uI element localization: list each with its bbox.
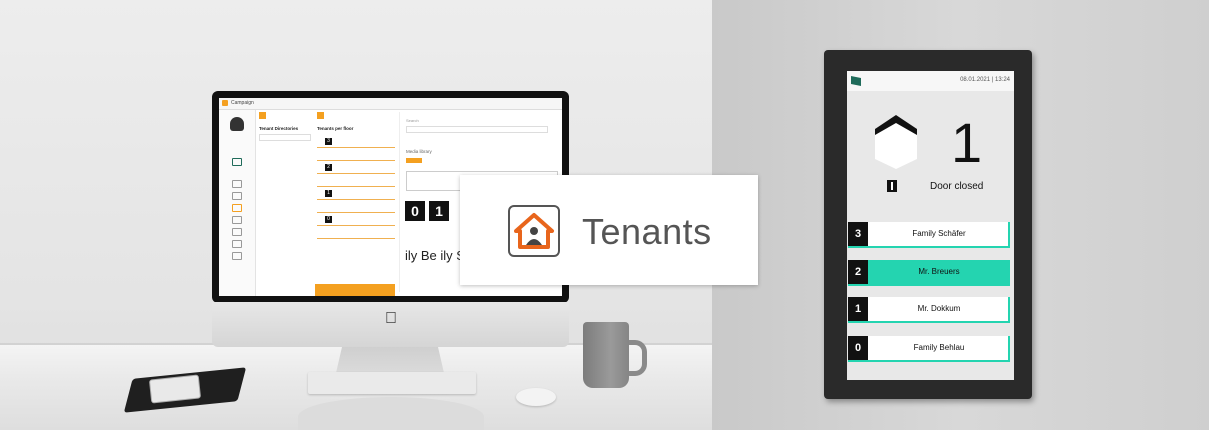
keyboard [308,372,476,394]
floor-row[interactable] [317,150,395,161]
floor-list-item[interactable]: 0 Family Behlau [848,336,1010,362]
floor-number: 1 [848,297,868,321]
floor-tile: 1 [429,201,449,221]
floor-number: 0 [848,336,868,360]
tenant-name: Family Behlau [913,343,965,352]
monitor-icon[interactable] [232,216,242,224]
settings-icon[interactable] [232,192,242,200]
upload-button[interactable] [406,158,422,163]
door-icon [887,180,897,192]
floor-list-item[interactable]: 3 Family Schäfer [848,222,1010,248]
callout-label: Tenants [582,211,712,252]
mouse [516,388,556,406]
floor-row[interactable] [317,228,395,239]
house-person-icon [508,205,560,257]
floor-tile: 0 [405,201,425,221]
floor-row[interactable]: 3 [317,137,395,148]
share-icon[interactable] [232,158,242,166]
media-search-input[interactable] [406,126,548,133]
imac-stand-foot [298,397,484,430]
media-library-heading: Media library [406,149,432,154]
display-header: 08.01.2021 | 13:24 [847,71,1014,91]
floor-number: 2 [848,260,868,284]
app-title: Campaign [231,100,254,106]
list-icon[interactable] [232,252,242,260]
date-time: 08.01.2021 | 13:24 [960,77,1010,83]
floor-number-badge: 0 [325,216,332,223]
floor-row[interactable] [317,176,395,187]
tenant-directories-panel: Tenant Directories [259,112,314,292]
floor-number-badge: 3 [325,138,332,145]
floor-row[interactable]: 2 [317,163,395,174]
apple-logo-icon:  [384,311,398,327]
brand-logo-icon [851,76,861,86]
door-status: Door closed [930,181,984,192]
tenant-name: Family Schäfer [912,229,966,238]
floor-row[interactable] [317,202,395,213]
printer-icon[interactable] [232,180,242,188]
directory-search-input[interactable] [259,134,311,141]
app-sidebar [219,110,256,296]
elevator-up-arrow-icon [875,115,917,169]
floor-number-badge: 2 [325,164,332,171]
grid-icon[interactable] [232,228,242,236]
search-placeholder: Search [406,118,419,123]
tenants-per-floor-panel: Tenants per floor 3 2 1 0 [317,112,395,292]
floor-number-badge: 1 [325,190,332,197]
tenant-name: Mr. Dokkum [917,304,961,313]
floor-row[interactable]: 1 [317,189,395,200]
elevator-display-screen: 08.01.2021 | 13:24 1 Door closed 3 Famil… [847,71,1014,380]
floor-list-item[interactable]: 1 Mr. Dokkum [848,297,1010,323]
tenants-callout: Tenants [460,175,758,285]
tenant-directories-heading: Tenant Directories [259,126,299,131]
coffee-mug [583,322,629,388]
add-floor-button[interactable] [317,112,324,119]
home-icon[interactable] [232,204,242,212]
floor-number: 3 [848,222,868,246]
floor-row[interactable]: 0 [317,215,395,226]
floor-list-item[interactable]: 2 Mr. Breuers [848,260,1010,286]
tenant-name: Mr. Breuers [918,267,960,276]
marketing-scene: Campaign Tenant Directories Tenants per … [0,0,1209,430]
user-icon[interactable] [232,240,242,248]
save-button[interactable] [315,284,395,296]
current-floor: 1 [951,111,983,174]
tenants-per-floor-heading: Tenants per floor [317,126,354,131]
app-titlebar: Campaign [219,98,562,110]
preview-tenant-text: ily Be ily S [405,248,465,263]
add-button[interactable] [259,112,266,119]
user-avatar-icon[interactable] [230,117,244,131]
app-logo-icon [222,100,228,106]
